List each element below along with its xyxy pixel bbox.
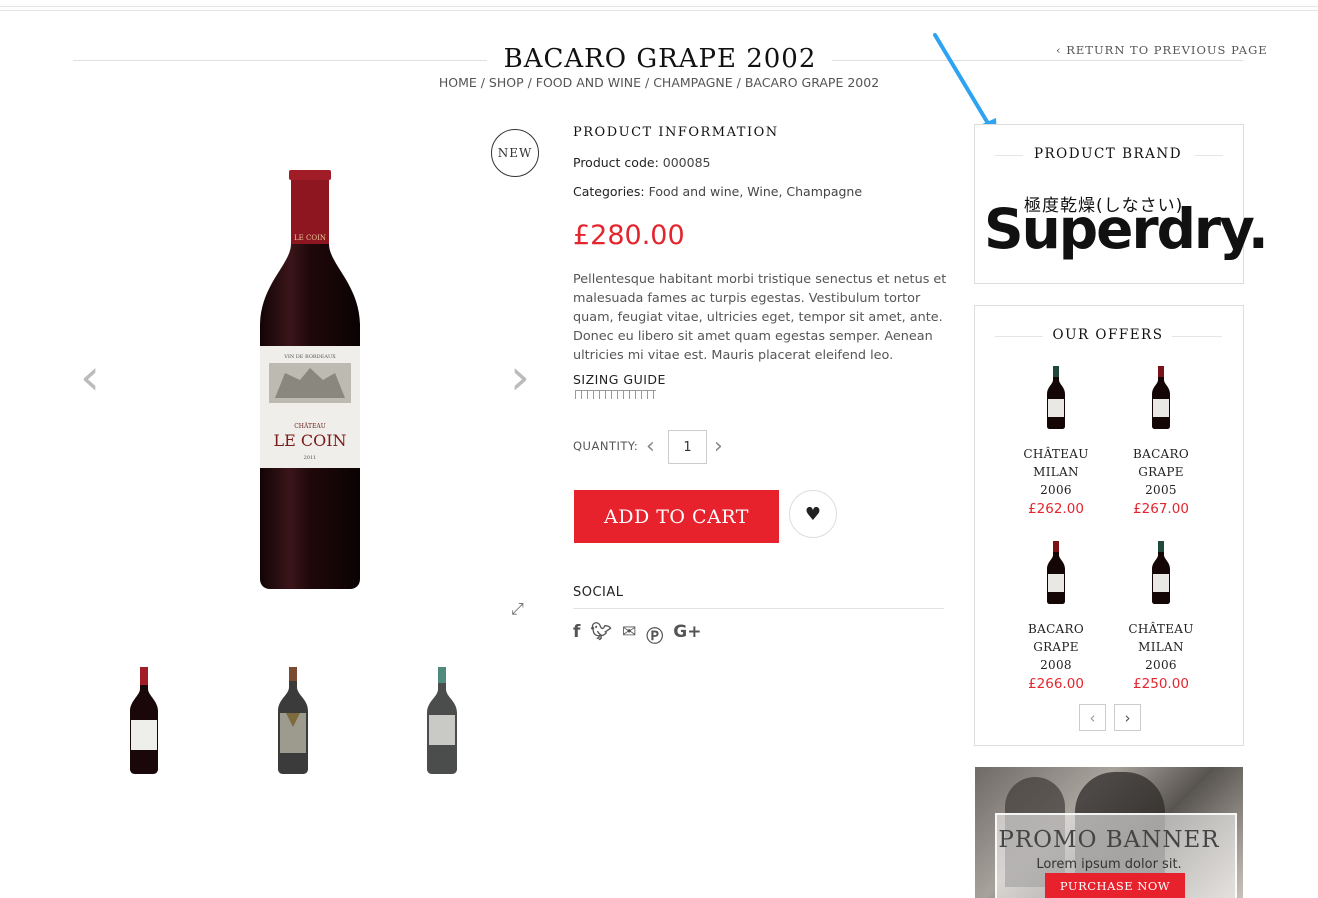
promo-subtitle: Lorem ipsum dolor sit. xyxy=(1036,857,1182,872)
offers-next-button[interactable]: › xyxy=(1114,704,1141,731)
offer-name-line-1: CHÂTEAU xyxy=(1128,622,1194,636)
offer-item[interactable]: CHÂTEAU MILAN 2006 £262.00 xyxy=(1006,365,1106,517)
quantity-input[interactable]: 1 xyxy=(668,430,707,464)
our-offers-heading: OUR OFFERS xyxy=(1052,327,1164,343)
email-icon[interactable]: ✉ xyxy=(622,622,636,647)
sizing-guide-link[interactable]: SIZING GUIDE xyxy=(573,372,666,387)
product-info-heading: PRODUCT INFORMATION xyxy=(573,125,779,140)
label-chateau: CHÂTEAU xyxy=(294,423,326,430)
offer-price: £262.00 xyxy=(1028,501,1084,517)
label-year: 2011 xyxy=(304,455,317,461)
offer-year: 2008 xyxy=(1040,658,1072,672)
pinterest-icon[interactable]: Ⓟ xyxy=(646,622,663,647)
ruler-icon xyxy=(575,390,656,399)
gallery-prev-arrow[interactable]: ‹ xyxy=(80,352,100,402)
offers-prev-button[interactable]: ‹ xyxy=(1079,704,1106,731)
offer-item[interactable]: CHÂTEAU MILAN 2006 £250.00 xyxy=(1111,540,1211,692)
thumbnail-1[interactable] xyxy=(128,665,160,775)
offer-name-line-2: GRAPE xyxy=(1138,465,1184,479)
offer-item[interactable]: BACARO GRAPE 2008 £266.00 xyxy=(1006,540,1106,692)
product-brand-heading: PRODUCT BRAND xyxy=(1033,146,1183,162)
category-link-food-and-wine[interactable]: Food and wine xyxy=(649,184,740,199)
top-border xyxy=(0,6,1318,7)
label-name: LE COIN xyxy=(273,431,346,450)
gallery-next-arrow[interactable]: › xyxy=(510,352,530,402)
title-rule-left xyxy=(73,60,487,61)
brand-logo[interactable]: Superdry. xyxy=(984,197,1269,261)
offer-bottle-image xyxy=(1152,366,1170,429)
svg-text:LE COIN: LE COIN xyxy=(294,234,326,242)
offer-price: £250.00 xyxy=(1133,676,1189,692)
quantity-label: QUANTITY: xyxy=(573,439,639,453)
product-code-label: Product code: xyxy=(573,155,659,170)
offer-price: £266.00 xyxy=(1028,676,1084,692)
offer-item[interactable]: BACARO GRAPE 2005 £267.00 xyxy=(1111,365,1211,517)
thumbnail-3[interactable] xyxy=(425,665,459,775)
product-description: Pellentesque habitant morbi tristique se… xyxy=(573,272,947,363)
main-wine-bottle-image: LE COIN VIN DE BORDEAUX CHÂTEAU LE COIN … xyxy=(260,170,360,589)
facebook-icon[interactable]: f xyxy=(573,622,580,647)
offer-name-line-2: GRAPE xyxy=(1033,640,1079,654)
offer-year: 2006 xyxy=(1040,483,1072,497)
new-badge: NEW xyxy=(491,129,539,177)
category-link-champagne[interactable]: Champagne xyxy=(786,184,862,199)
promo-title: PROMO BANNER xyxy=(998,827,1220,853)
offer-bottle-image xyxy=(1047,366,1065,429)
offer-name-line-2: MILAN xyxy=(1033,465,1079,479)
product-code-row: Product code: 000085 xyxy=(573,155,711,170)
product-price: £280.00 xyxy=(573,220,685,251)
offer-price: £267.00 xyxy=(1133,501,1189,517)
page-title: BACARO GRAPE 2002 xyxy=(503,44,817,74)
product-code-value: 000085 xyxy=(662,155,711,170)
label-appellation: VIN DE BORDEAUX xyxy=(283,354,336,360)
offer-bottle-image xyxy=(1152,541,1170,604)
categories-label: Categories: xyxy=(573,184,645,199)
twitter-icon[interactable]: 🐦︎ xyxy=(590,622,612,647)
quantity-decrease-button[interactable]: ‹ xyxy=(646,434,655,459)
add-to-cart-button[interactable]: ADD TO CART xyxy=(574,490,779,543)
offer-year: 2006 xyxy=(1145,658,1177,672)
offer-name-line-1: BACARO xyxy=(1132,447,1189,461)
social-heading: SOCIAL xyxy=(573,585,624,600)
wishlist-heart-icon[interactable]: ♥ xyxy=(789,490,837,538)
social-icons: f 🐦︎ ✉ Ⓟ G+ xyxy=(573,622,701,647)
expand-icon[interactable]: ⤢ xyxy=(511,599,524,619)
social-divider xyxy=(573,608,944,609)
google-plus-icon[interactable]: G+ xyxy=(673,622,701,647)
title-rule-right xyxy=(832,60,1243,61)
quantity-increase-button[interactable]: › xyxy=(714,434,723,459)
offer-name-line-2: MILAN xyxy=(1138,640,1184,654)
offer-name-line-1: CHÂTEAU xyxy=(1023,447,1089,461)
top-border-2 xyxy=(0,10,1318,11)
categories-row: Categories: Food and wine, Wine, Champag… xyxy=(573,184,863,199)
thumbnail-2[interactable] xyxy=(276,665,310,775)
category-link-wine[interactable]: Wine xyxy=(747,184,778,199)
offer-bottle-image xyxy=(1047,541,1065,604)
return-link[interactable]: ‹ RETURN TO PREVIOUS PAGE xyxy=(1056,43,1268,57)
promo-banner[interactable]: PROMO BANNER Lorem ipsum dolor sit. PURC… xyxy=(975,767,1243,898)
purchase-now-button[interactable]: PURCHASE NOW xyxy=(1045,873,1185,898)
offer-year: 2005 xyxy=(1145,483,1177,497)
offer-name-line-1: BACARO xyxy=(1027,622,1084,636)
breadcrumb[interactable]: HOME / SHOP / FOOD AND WINE / CHAMPAGNE … xyxy=(0,75,1318,90)
